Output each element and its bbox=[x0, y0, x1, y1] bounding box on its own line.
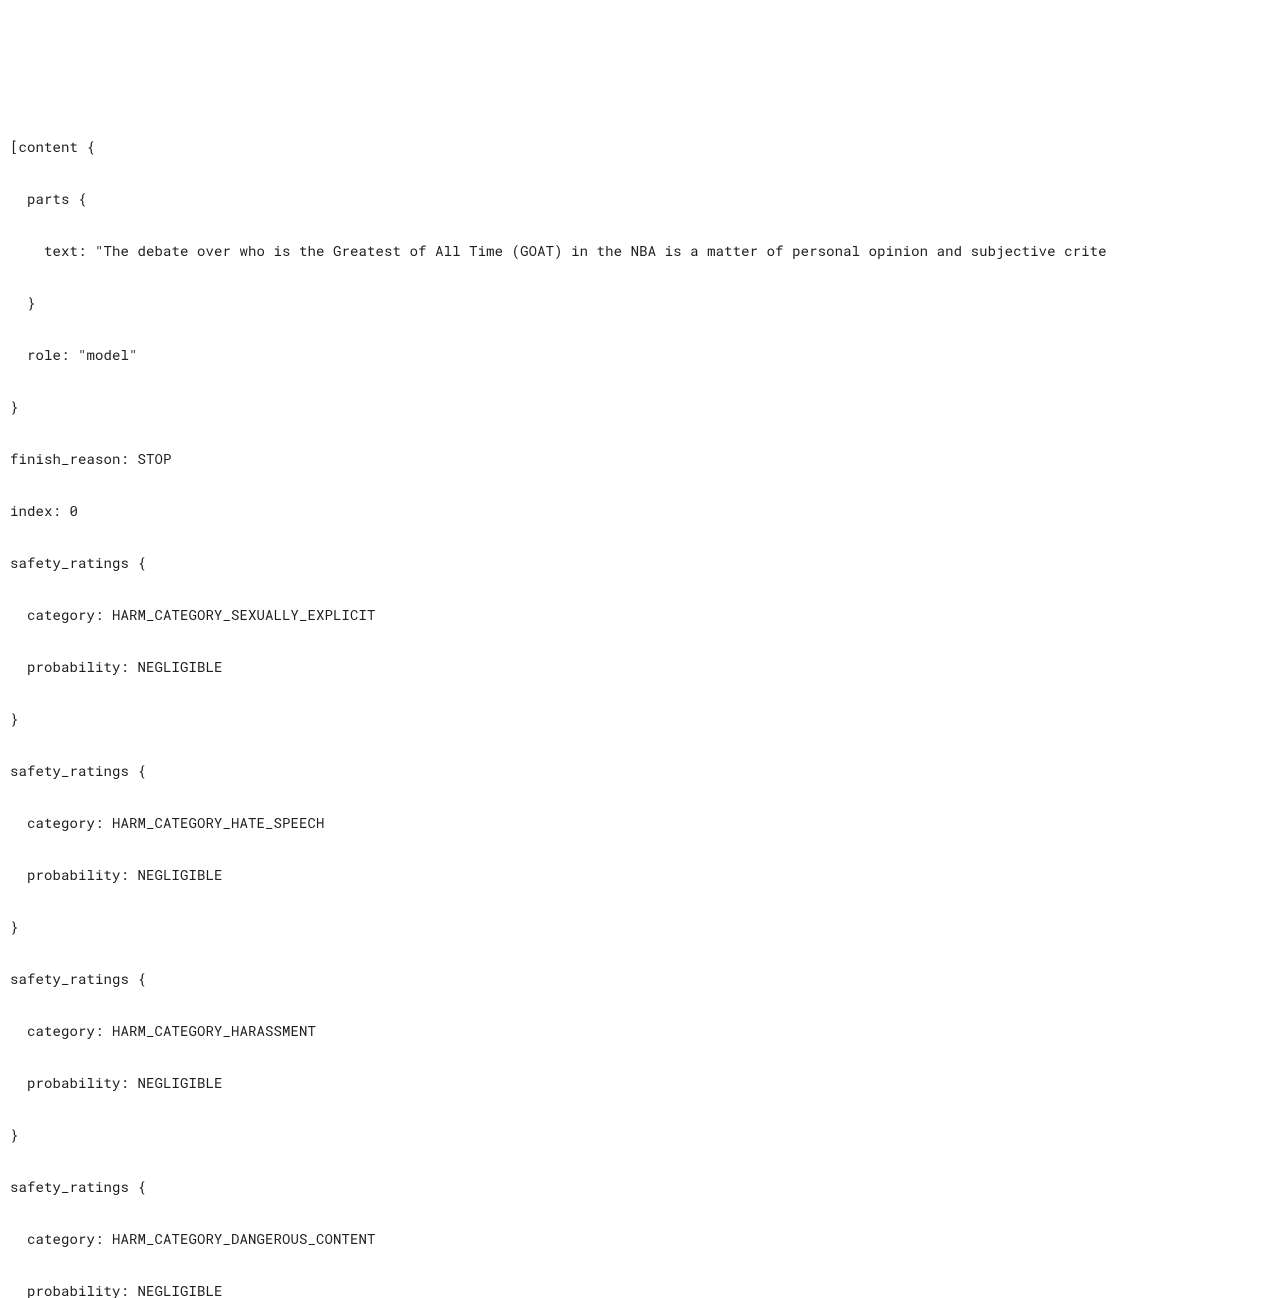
code-line: text: "The debate over who is the Greate… bbox=[10, 238, 1268, 264]
code-line: } bbox=[10, 290, 1268, 316]
code-line: category: HARM_CATEGORY_SEXUALLY_EXPLICI… bbox=[10, 602, 1268, 628]
code-line: probability: NEGLIGIBLE bbox=[10, 654, 1268, 680]
code-line: index: 0 bbox=[10, 498, 1268, 524]
code-line: category: HARM_CATEGORY_DANGEROUS_CONTEN… bbox=[10, 1226, 1268, 1252]
code-line: parts { bbox=[10, 186, 1268, 212]
code-line: probability: NEGLIGIBLE bbox=[10, 862, 1268, 888]
code-line: } bbox=[10, 706, 1268, 732]
code-line: safety_ratings { bbox=[10, 758, 1268, 784]
code-line: category: HARM_CATEGORY_HATE_SPEECH bbox=[10, 810, 1268, 836]
code-line: } bbox=[10, 394, 1268, 420]
code-line: [content { bbox=[10, 134, 1268, 160]
code-line: safety_ratings { bbox=[10, 966, 1268, 992]
code-output-block: [content { parts { text: "The debate ove… bbox=[10, 108, 1268, 1298]
code-line: probability: NEGLIGIBLE bbox=[10, 1070, 1268, 1096]
code-line: probability: NEGLIGIBLE bbox=[10, 1278, 1268, 1298]
code-line: safety_ratings { bbox=[10, 550, 1268, 576]
code-line: category: HARM_CATEGORY_HARASSMENT bbox=[10, 1018, 1268, 1044]
code-line: safety_ratings { bbox=[10, 1174, 1268, 1200]
code-line: } bbox=[10, 1122, 1268, 1148]
code-line: finish_reason: STOP bbox=[10, 446, 1268, 472]
code-line: } bbox=[10, 914, 1268, 940]
code-line: role: "model" bbox=[10, 342, 1268, 368]
